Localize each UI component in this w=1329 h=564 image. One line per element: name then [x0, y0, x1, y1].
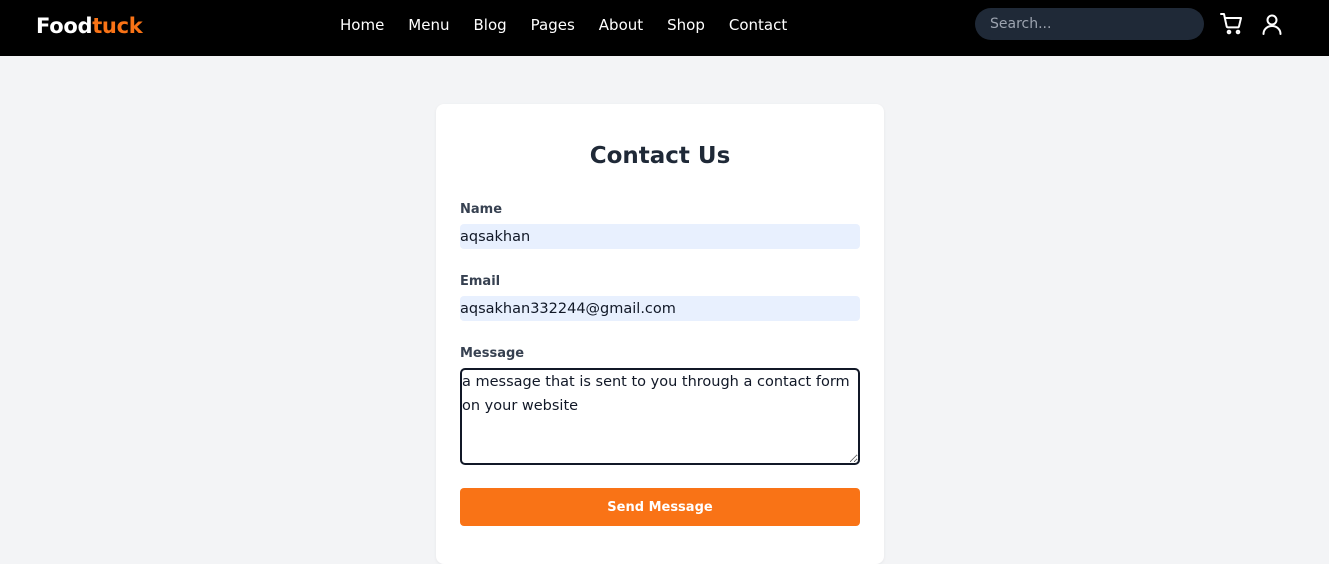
brand-name-part1: Food [36, 14, 93, 38]
nav-link-home[interactable]: Home [340, 15, 384, 35]
email-field[interactable] [460, 296, 860, 321]
nav-link-menu[interactable]: Menu [408, 15, 449, 35]
main-nav: Home Menu Blog Pages About Shop Contact [340, 15, 787, 35]
message-field[interactable]: a message that is sent to you through a … [460, 368, 860, 465]
contact-form-card: Contact Us Name Email Message a message … [436, 104, 884, 564]
top-navbar: Foodtuck Home Menu Blog Pages About Shop… [0, 0, 1329, 56]
nav-link-contact[interactable]: Contact [729, 15, 787, 35]
brand-name-part2: tuck [92, 14, 143, 38]
send-message-button[interactable]: Send Message [460, 488, 860, 526]
nav-link-blog[interactable]: Blog [473, 15, 506, 35]
user-icon[interactable] [1260, 12, 1284, 36]
nav-link-shop[interactable]: Shop [667, 15, 705, 35]
nav-link-pages[interactable]: Pages [531, 15, 575, 35]
cart-icon[interactable] [1220, 12, 1244, 36]
brand-logo[interactable]: Foodtuck [36, 12, 143, 40]
page-title: Contact Us [589, 143, 731, 169]
search-input[interactable] [975, 8, 1204, 40]
name-field[interactable] [460, 224, 860, 249]
message-label: Message [460, 346, 525, 361]
name-label: Name [460, 202, 503, 217]
email-label: Email [460, 274, 501, 289]
nav-link-about[interactable]: About [599, 15, 643, 35]
